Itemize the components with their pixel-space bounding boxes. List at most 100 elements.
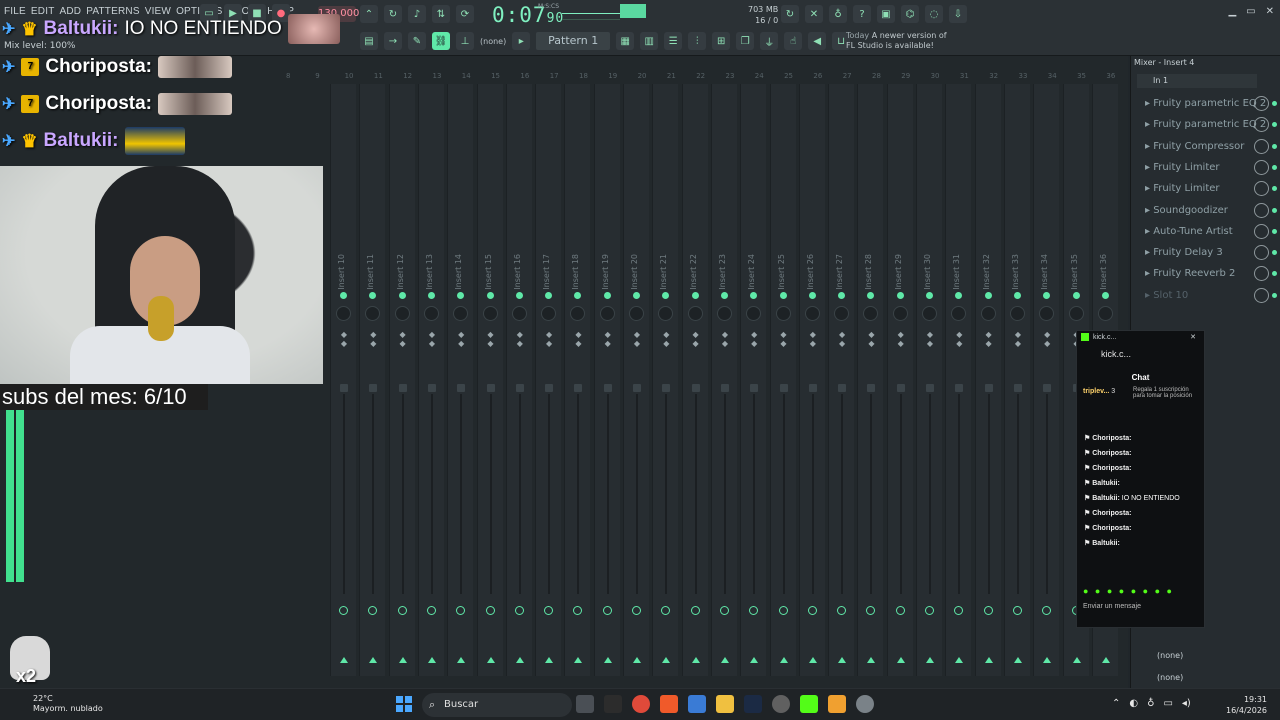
strip-led[interactable] bbox=[1043, 292, 1051, 299]
route-ring[interactable] bbox=[837, 606, 847, 615]
tray-volume-icon[interactable]: ◂) bbox=[1182, 698, 1191, 709]
kick-address[interactable]: kick.c... bbox=[1077, 345, 1204, 363]
speaker-icon[interactable]: ◀ bbox=[808, 32, 827, 50]
stereo-arrows-icon[interactable]: ◆◆ bbox=[603, 330, 613, 348]
arrow-icon[interactable]: → bbox=[384, 32, 402, 50]
tray-chevron-icon[interactable]: ⌃ bbox=[1112, 698, 1120, 709]
pattern-selector[interactable]: Pattern 1 bbox=[536, 32, 611, 50]
fx-slot[interactable]: ▸ Fruity parametric EQ 2 bbox=[1137, 115, 1277, 134]
route-ring[interactable] bbox=[1012, 606, 1022, 615]
mixer-strip[interactable]: Insert 26 ◆ ◆ bbox=[798, 84, 825, 676]
metronome-icon[interactable]: ⌃ bbox=[360, 5, 378, 23]
stereo-arrows-icon[interactable]: ◆◆ bbox=[896, 330, 906, 348]
pan-knob[interactable] bbox=[423, 306, 439, 321]
send-arrow-icon[interactable] bbox=[896, 657, 905, 663]
download-icon[interactable]: ⇩ bbox=[949, 5, 967, 23]
mixer-strip[interactable]: Insert 27 ◆ ◆ bbox=[828, 84, 855, 676]
route-ring[interactable] bbox=[514, 606, 524, 615]
volume-fader[interactable] bbox=[896, 384, 905, 392]
route-ring[interactable] bbox=[544, 606, 554, 615]
explorer-icon[interactable] bbox=[716, 695, 734, 713]
route-ring[interactable] bbox=[339, 606, 348, 615]
volume-fader[interactable] bbox=[750, 384, 759, 392]
send-arrow-icon[interactable] bbox=[955, 657, 964, 663]
pan-knob[interactable] bbox=[629, 306, 644, 321]
mixer-strip[interactable]: Insert 33 ◆ ◆ bbox=[1003, 84, 1030, 676]
kick-emote-bar[interactable]: ● ● ● ● ● ● ● ● bbox=[1083, 586, 1174, 596]
save-icon[interactable]: ▣ bbox=[877, 5, 895, 23]
pan-knob[interactable] bbox=[541, 306, 557, 321]
input-selector[interactable]: In 1 bbox=[1137, 74, 1257, 88]
volume-fader[interactable] bbox=[926, 384, 934, 392]
route-ring[interactable] bbox=[690, 606, 700, 615]
strip-led[interactable] bbox=[662, 292, 670, 299]
strip-led[interactable] bbox=[633, 292, 640, 299]
fx-slot[interactable]: ▸ Soundgoodizer bbox=[1137, 201, 1277, 220]
send-arrow-icon[interactable] bbox=[691, 657, 700, 663]
tray-network-icon[interactable]: ▭ bbox=[1163, 698, 1172, 709]
volume-fader[interactable] bbox=[398, 384, 407, 392]
stereo-arrows-icon[interactable]: ◆◆ bbox=[661, 330, 671, 348]
kick-username[interactable]: ⚑ Baltukii: bbox=[1084, 480, 1120, 487]
pan-knob[interactable] bbox=[365, 306, 381, 321]
stereo-arrows-icon[interactable]: ◆◆ bbox=[779, 330, 789, 348]
route-ring[interactable] bbox=[485, 606, 495, 615]
strip-led[interactable] bbox=[369, 292, 377, 299]
fx-slot[interactable]: ▸ Fruity Delay 3 bbox=[1137, 243, 1277, 262]
minimize-icon[interactable]: ▁ bbox=[1228, 6, 1236, 17]
power-knob-icon[interactable] bbox=[1254, 181, 1269, 197]
power-knob-icon[interactable] bbox=[1254, 202, 1269, 218]
brush-icon[interactable]: ✎ bbox=[408, 32, 426, 50]
strip-led[interactable] bbox=[779, 292, 787, 299]
play-arrow-icon[interactable]: ▸ bbox=[512, 32, 531, 50]
mixer-strip[interactable]: Insert 25 ◆ ◆ bbox=[769, 84, 796, 676]
route-ring[interactable] bbox=[954, 606, 964, 615]
taskbar-clock[interactable]: 19:31 16/4/2026 bbox=[1226, 694, 1267, 716]
piano-icon[interactable]: ▤ bbox=[360, 32, 378, 50]
help-icon[interactable]: ? bbox=[853, 5, 871, 23]
stereo-arrows-icon[interactable]: ◆◆ bbox=[837, 330, 847, 348]
send-arrow-icon[interactable] bbox=[603, 657, 612, 663]
volume-fader[interactable] bbox=[955, 384, 964, 392]
pan-knob[interactable] bbox=[511, 306, 527, 321]
output-selector-1[interactable]: (none) bbox=[1137, 648, 1277, 664]
power-knob-icon[interactable] bbox=[1254, 287, 1269, 303]
send-arrow-icon[interactable] bbox=[515, 657, 524, 663]
pan-knob[interactable] bbox=[775, 306, 791, 321]
send-arrow-icon[interactable] bbox=[398, 657, 407, 663]
mixer-icon[interactable]: ⫶ bbox=[688, 32, 707, 50]
volume-fader[interactable] bbox=[515, 384, 524, 392]
volume-fader[interactable] bbox=[340, 384, 348, 392]
send-arrow-icon[interactable] bbox=[984, 657, 993, 663]
mixer-strip[interactable]: Insert 28 ◆ ◆ bbox=[857, 84, 884, 676]
steam-icon[interactable] bbox=[744, 695, 762, 713]
stereo-arrows-icon[interactable]: ◆◆ bbox=[515, 330, 525, 348]
strip-led[interactable] bbox=[720, 292, 728, 299]
route-ring[interactable] bbox=[866, 606, 876, 615]
strip-led[interactable] bbox=[750, 292, 758, 299]
fx-slot[interactable]: ▸ Slot 10 bbox=[1137, 286, 1277, 305]
stereo-arrows-icon[interactable]: ◆◆ bbox=[456, 330, 466, 348]
pan-knob[interactable] bbox=[834, 306, 850, 321]
volume-fader[interactable] bbox=[1013, 384, 1022, 392]
playlist-icon[interactable]: ▦ bbox=[616, 32, 635, 50]
power-knob-icon[interactable] bbox=[1254, 159, 1269, 175]
stereo-arrows-icon[interactable]: ◆◆ bbox=[486, 330, 496, 348]
strip-led[interactable] bbox=[1072, 292, 1080, 299]
slot-led[interactable] bbox=[1272, 292, 1277, 298]
route-ring[interactable] bbox=[807, 606, 817, 615]
send-arrow-icon[interactable] bbox=[1072, 657, 1081, 663]
update-notice[interactable]: Today A newer version of FL Studio is av… bbox=[846, 31, 947, 51]
strip-led[interactable] bbox=[955, 292, 963, 299]
output-selector-2[interactable]: (none) bbox=[1137, 670, 1277, 686]
send-arrow-icon[interactable] bbox=[1101, 657, 1110, 663]
route-ring[interactable] bbox=[573, 606, 583, 615]
pan-knob[interactable] bbox=[892, 306, 908, 321]
kick-username[interactable]: ⚑ Choriposta: bbox=[1084, 525, 1132, 532]
send-arrow-icon[interactable] bbox=[457, 657, 466, 663]
plug-icon[interactable]: ⏚ bbox=[760, 32, 779, 50]
fl-studio-icon[interactable] bbox=[828, 695, 846, 713]
volume-fader[interactable] bbox=[838, 384, 847, 392]
volume-fader[interactable] bbox=[427, 384, 436, 392]
pan-knob[interactable] bbox=[922, 306, 937, 321]
